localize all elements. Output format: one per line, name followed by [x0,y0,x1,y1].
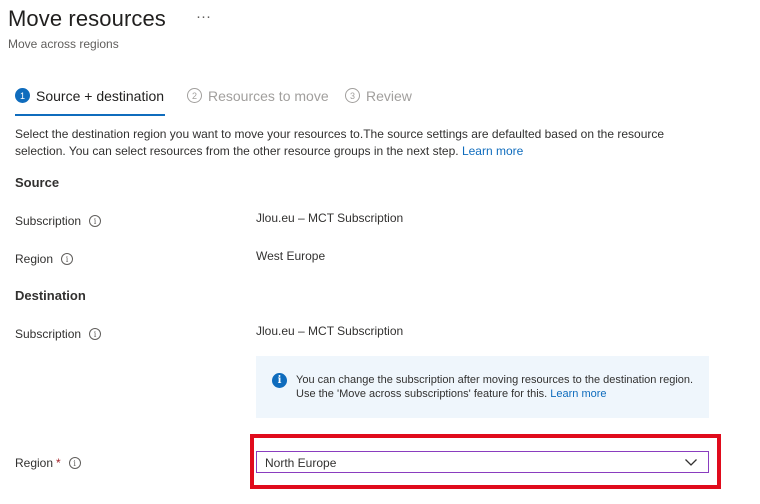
page-title: Move resources [8,6,166,31]
info-icon[interactable]: i [68,457,81,469]
info-icon: i [272,373,287,388]
chevron-down-icon [685,459,697,466]
info-learn-more-link[interactable]: Learn more [550,388,606,400]
source-heading: Source [15,175,60,190]
label-text: Region [15,252,54,266]
info-text: You can change the subscription after mo… [296,374,694,400]
subscription-info-box: i You can change the subscription after … [256,356,709,418]
tab-label: Review [366,88,412,104]
page-subtitle: Move across regions [8,37,119,51]
tab-label: Source + destination [36,88,165,104]
step-3-badge: 3 [345,88,360,103]
tab-resources-to-move[interactable]: 2 Resources to move [187,86,329,116]
source-subscription-label: Subscription i [15,214,102,228]
required-indicator: * [56,456,61,470]
destination-subscription-label: Subscription i [15,327,102,341]
destination-heading: Destination [15,288,86,303]
source-subscription-value: Jlou.eu – MCT Subscription [256,211,404,225]
region-dropdown-value: North Europe [265,456,337,470]
info-icon[interactable]: i [89,215,102,227]
description-text: Select the destination region you want t… [15,127,665,158]
region-dropdown[interactable]: North Europe [256,451,709,473]
destination-subscription-value: Jlou.eu – MCT Subscription [256,324,404,338]
learn-more-link[interactable]: Learn more [462,144,523,158]
tab-source-destination[interactable]: 1 Source + destination [15,86,165,116]
source-region-label: Region i [15,252,74,266]
info-message: You can change the subscription after mo… [296,373,696,401]
info-icon[interactable]: i [61,253,74,265]
step-1-badge: 1 [15,88,30,103]
label-text: Subscription [15,327,82,341]
label-text: Subscription [15,214,82,228]
tab-label: Resources to move [208,88,329,104]
more-actions-button[interactable]: ··· [196,8,211,25]
destination-region-label: Region * i [15,456,81,470]
step-description: Select the destination region you want t… [15,126,705,160]
step-2-badge: 2 [187,88,202,103]
source-region-value: West Europe [256,249,326,263]
label-text: Region [15,456,54,470]
info-icon[interactable]: i [89,328,102,340]
tab-review[interactable]: 3 Review [345,86,412,116]
